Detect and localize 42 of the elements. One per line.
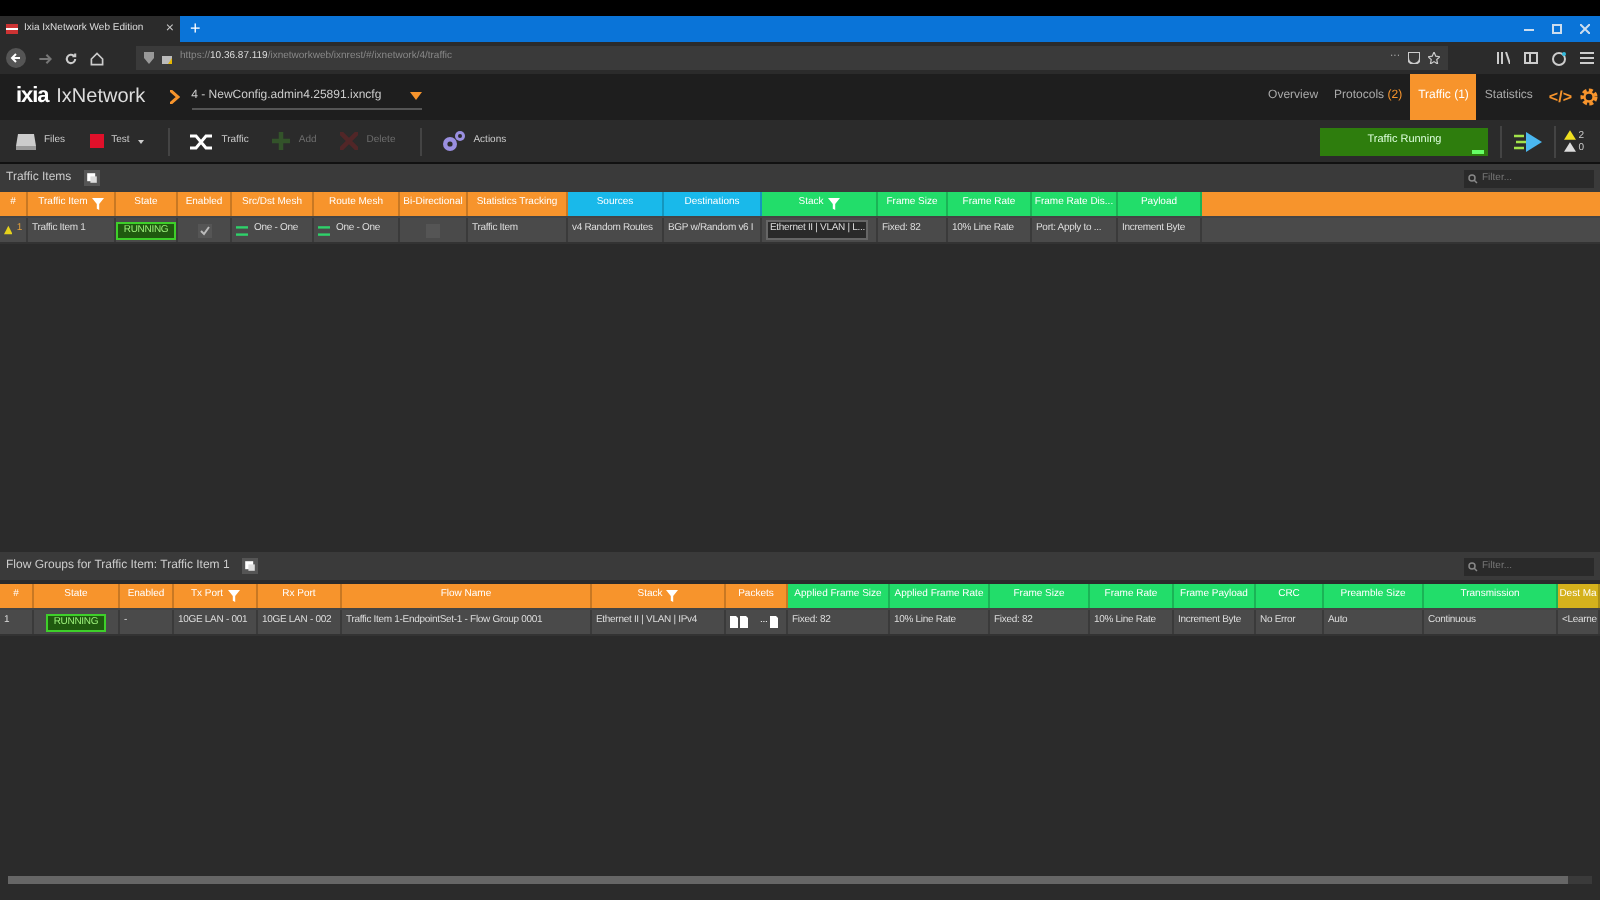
forward-icon[interactable] xyxy=(38,51,52,65)
logo: ixia xyxy=(16,82,49,113)
back-icon[interactable] xyxy=(6,48,26,68)
pocket-icon[interactable] xyxy=(1408,52,1420,64)
reload-icon[interactable] xyxy=(64,51,78,65)
home-icon[interactable] xyxy=(90,51,104,65)
shield-icon xyxy=(144,52,154,64)
caret-icon xyxy=(137,139,144,143)
close-icon[interactable] xyxy=(1580,24,1590,34)
table-row[interactable] xyxy=(0,610,1600,636)
lock-warning-icon xyxy=(162,52,172,64)
product-name: IxNetwork xyxy=(56,84,146,112)
gears-icon xyxy=(441,130,466,152)
drive-icon xyxy=(16,133,36,149)
mesh-icon xyxy=(236,225,248,235)
search-icon xyxy=(1468,561,1478,571)
warning-icon xyxy=(4,224,13,236)
account-icon[interactable] xyxy=(1552,51,1566,65)
mesh-icon xyxy=(318,225,330,235)
plus-icon xyxy=(272,132,291,150)
menu-icon[interactable] xyxy=(1580,52,1594,64)
sidebar-icon[interactable] xyxy=(1524,52,1538,64)
favicon-icon xyxy=(6,24,18,34)
code-icon[interactable]: </> xyxy=(1540,85,1580,109)
library-icon[interactable] xyxy=(1496,52,1510,64)
restore-icon[interactable] xyxy=(1552,24,1562,34)
stop-icon xyxy=(89,134,104,148)
minimize-icon[interactable] xyxy=(1524,24,1534,34)
scrollbar[interactable] xyxy=(8,876,1592,884)
copy-icon[interactable] xyxy=(83,170,100,186)
copy-icon[interactable] xyxy=(241,558,258,574)
chevron-icon xyxy=(169,90,180,104)
new-tab-button[interactable]: + xyxy=(180,16,211,42)
search-icon xyxy=(1468,173,1478,183)
start-arrow-icon[interactable] xyxy=(1514,131,1543,151)
settings-icon[interactable] xyxy=(1580,88,1598,106)
checkbox[interactable] xyxy=(197,223,211,237)
caret-icon xyxy=(409,92,422,100)
star-icon[interactable] xyxy=(1428,52,1440,64)
packet-icon xyxy=(769,616,778,628)
crossing-arrows-icon xyxy=(189,133,214,149)
close-icon xyxy=(340,132,359,150)
